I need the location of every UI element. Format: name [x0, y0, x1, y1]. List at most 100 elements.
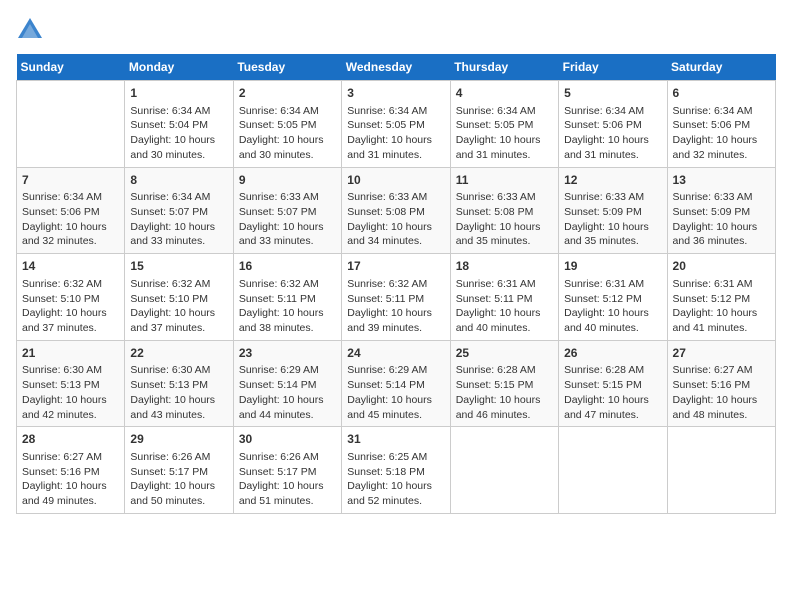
- sunrise-text: Sunrise: 6:33 AM: [347, 191, 427, 203]
- logo: [16, 16, 48, 44]
- calendar-cell: 13Sunrise: 6:33 AMSunset: 5:09 PMDayligh…: [667, 167, 775, 254]
- sunset-text: Sunset: 5:11 PM: [239, 293, 316, 305]
- sunrise-text: Sunrise: 6:32 AM: [239, 278, 319, 290]
- daylight-text: Daylight: 10 hours and 40 minutes.: [456, 307, 541, 334]
- sunset-text: Sunset: 5:04 PM: [130, 119, 208, 131]
- calendar-cell: 23Sunrise: 6:29 AMSunset: 5:14 PMDayligh…: [233, 340, 341, 427]
- sunrise-text: Sunrise: 6:32 AM: [22, 278, 102, 290]
- sunrise-text: Sunrise: 6:34 AM: [673, 105, 753, 117]
- day-number: 29: [130, 431, 227, 448]
- weekday-header-saturday: Saturday: [667, 54, 775, 81]
- calendar-cell: 9Sunrise: 6:33 AMSunset: 5:07 PMDaylight…: [233, 167, 341, 254]
- day-number: 4: [456, 85, 553, 102]
- daylight-text: Daylight: 10 hours and 41 minutes.: [673, 307, 758, 334]
- calendar-cell: 17Sunrise: 6:32 AMSunset: 5:11 PMDayligh…: [342, 254, 450, 341]
- sunrise-text: Sunrise: 6:33 AM: [564, 191, 644, 203]
- sunset-text: Sunset: 5:08 PM: [347, 206, 425, 218]
- calendar-table: SundayMondayTuesdayWednesdayThursdayFrid…: [16, 54, 776, 514]
- calendar-cell: 4Sunrise: 6:34 AMSunset: 5:05 PMDaylight…: [450, 81, 558, 168]
- calendar-cell: 16Sunrise: 6:32 AMSunset: 5:11 PMDayligh…: [233, 254, 341, 341]
- weekday-header-monday: Monday: [125, 54, 233, 81]
- weekday-header-row: SundayMondayTuesdayWednesdayThursdayFrid…: [17, 54, 776, 81]
- day-number: 20: [673, 258, 770, 275]
- daylight-text: Daylight: 10 hours and 45 minutes.: [347, 394, 432, 421]
- calendar-week-row: 7Sunrise: 6:34 AMSunset: 5:06 PMDaylight…: [17, 167, 776, 254]
- sunset-text: Sunset: 5:17 PM: [130, 466, 208, 478]
- day-number: 26: [564, 345, 661, 362]
- daylight-text: Daylight: 10 hours and 52 minutes.: [347, 480, 432, 507]
- sunset-text: Sunset: 5:05 PM: [239, 119, 317, 131]
- sunrise-text: Sunrise: 6:34 AM: [347, 105, 427, 117]
- calendar-cell: 18Sunrise: 6:31 AMSunset: 5:11 PMDayligh…: [450, 254, 558, 341]
- sunrise-text: Sunrise: 6:27 AM: [673, 364, 753, 376]
- calendar-cell: 19Sunrise: 6:31 AMSunset: 5:12 PMDayligh…: [559, 254, 667, 341]
- calendar-cell: 30 Sunrise: 6:26 AM Sunset: 5:17 PM Dayligh…: [233, 427, 341, 514]
- day-number: 30: [239, 431, 336, 448]
- calendar-cell: 21Sunrise: 6:30 AMSunset: 5:13 PMDayligh…: [17, 340, 125, 427]
- calendar-week-row: 28Sunrise: 6:27 AMSunset: 5:16 PMDayligh…: [17, 427, 776, 514]
- daylight-text: Daylight: 10 hours and 40 minutes.: [564, 307, 649, 334]
- daylight-text: Daylight: 10 hours and 42 minutes.: [22, 394, 107, 421]
- day-number: 15: [130, 258, 227, 275]
- calendar-cell: 8Sunrise: 6:34 AMSunset: 5:07 PMDaylight…: [125, 167, 233, 254]
- calendar-cell: 20Sunrise: 6:31 AMSunset: 5:12 PMDayligh…: [667, 254, 775, 341]
- day-number: 19: [564, 258, 661, 275]
- daylight-text: Daylight: 10 hours and 37 minutes.: [130, 307, 215, 334]
- calendar-cell: [559, 427, 667, 514]
- sunset-text: Sunset: 5:06 PM: [564, 119, 642, 131]
- daylight-text: Daylight: 10 hours and 30 minutes.: [239, 134, 324, 161]
- calendar-week-row: 14Sunrise: 6:32 AMSunset: 5:10 PMDayligh…: [17, 254, 776, 341]
- sunrise-text: Sunrise: 6:34 AM: [564, 105, 644, 117]
- sunrise-text: Sunrise: 6:26 AM: [130, 451, 210, 463]
- day-number: 13: [673, 172, 770, 189]
- daylight-text: Daylight: 10 hours and 37 minutes.: [22, 307, 107, 334]
- sunrise-text: Sunrise: 6:34 AM: [456, 105, 536, 117]
- calendar-cell: [17, 81, 125, 168]
- calendar-cell: 5Sunrise: 6:34 AMSunset: 5:06 PMDaylight…: [559, 81, 667, 168]
- calendar-cell: 27Sunrise: 6:27 AMSunset: 5:16 PMDayligh…: [667, 340, 775, 427]
- sunset-text: Sunset: 5:17 PM: [239, 466, 317, 478]
- daylight-text: Daylight: 10 hours and 31 minutes.: [564, 134, 649, 161]
- sunrise-text: Sunrise: 6:26 AM: [239, 451, 319, 463]
- weekday-header-thursday: Thursday: [450, 54, 558, 81]
- daylight-text: Daylight: 10 hours and 36 minutes.: [673, 221, 758, 248]
- calendar-body: 1Sunrise: 6:34 AMSunset: 5:04 PMDaylight…: [17, 81, 776, 514]
- sunrise-text: Sunrise: 6:31 AM: [564, 278, 644, 290]
- sunset-text: Sunset: 5:09 PM: [564, 206, 642, 218]
- day-number: 2: [239, 85, 336, 102]
- calendar-cell: 7Sunrise: 6:34 AMSunset: 5:06 PMDaylight…: [17, 167, 125, 254]
- sunset-text: Sunset: 5:08 PM: [456, 206, 534, 218]
- daylight-text: Daylight: 10 hours and 35 minutes.: [564, 221, 649, 248]
- sunset-text: Sunset: 5:10 PM: [22, 293, 100, 305]
- calendar-cell: 11Sunrise: 6:33 AMSunset: 5:08 PMDayligh…: [450, 167, 558, 254]
- sunset-text: Sunset: 5:10 PM: [130, 293, 208, 305]
- sunset-text: Sunset: 5:11 PM: [456, 293, 533, 305]
- daylight-text: Daylight: 10 hours and 48 minutes.: [673, 394, 758, 421]
- weekday-header-friday: Friday: [559, 54, 667, 81]
- sunrise-text: Sunrise: 6:30 AM: [22, 364, 102, 376]
- day-number: 7: [22, 172, 119, 189]
- day-number: 23: [239, 345, 336, 362]
- calendar-cell: 15 Sunrise: 6:32 AM Sunset: 5:10 PM Dayligh…: [125, 254, 233, 341]
- daylight-text: Daylight: 10 hours and 32 minutes.: [22, 221, 107, 248]
- daylight-text: Daylight: 10 hours and 51 minutes.: [239, 480, 324, 507]
- sunset-text: Sunset: 5:15 PM: [456, 379, 534, 391]
- sunrise-text: Sunrise: 6:29 AM: [347, 364, 427, 376]
- sunrise-text: Sunrise: 6:32 AM: [130, 278, 210, 290]
- calendar-cell: 6Sunrise: 6:34 AMSunset: 5:06 PMDaylight…: [667, 81, 775, 168]
- day-number: 3: [347, 85, 444, 102]
- sunset-text: Sunset: 5:13 PM: [22, 379, 100, 391]
- weekday-header-sunday: Sunday: [17, 54, 125, 81]
- sunrise-text: Sunrise: 6:29 AM: [239, 364, 319, 376]
- daylight-text: Daylight: 10 hours and 39 minutes.: [347, 307, 432, 334]
- sunrise-text: Sunrise: 6:28 AM: [456, 364, 536, 376]
- sunrise-text: Sunrise: 6:31 AM: [456, 278, 536, 290]
- calendar-cell: [667, 427, 775, 514]
- daylight-text: Daylight: 10 hours and 49 minutes.: [22, 480, 107, 507]
- daylight-text: Daylight: 10 hours and 46 minutes.: [456, 394, 541, 421]
- day-number: 9: [239, 172, 336, 189]
- day-number: 12: [564, 172, 661, 189]
- calendar-cell: 22Sunrise: 6:30 AMSunset: 5:13 PMDayligh…: [125, 340, 233, 427]
- day-number: 27: [673, 345, 770, 362]
- sunset-text: Sunset: 5:14 PM: [347, 379, 425, 391]
